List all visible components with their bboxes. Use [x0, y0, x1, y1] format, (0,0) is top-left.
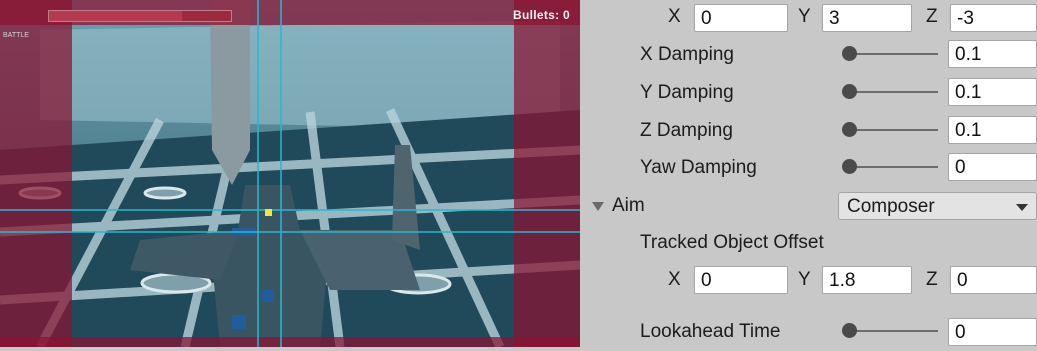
- y-damping-row: Y Damping 0.1: [580, 76, 1037, 112]
- z-damping-label: Z Damping: [640, 120, 733, 141]
- tracked-object-offset-row: X 0 Y 1.8 Z 0: [580, 263, 1037, 299]
- tracked-object-offset-label: Tracked Object Offset: [640, 232, 824, 253]
- tracked-object-offset-header: Tracked Object Offset: [580, 227, 1037, 263]
- offset-z-label[interactable]: Z: [926, 6, 938, 28]
- offset-z-field[interactable]: -3: [950, 4, 1037, 32]
- slider-handle[interactable]: [842, 159, 857, 174]
- chevron-down-icon: [1016, 204, 1028, 211]
- slider-handle[interactable]: [842, 46, 857, 61]
- x-damping-label: X Damping: [640, 44, 734, 65]
- back-wall: [40, 20, 560, 130]
- lookahead-time-row: Lookahead Time 0: [580, 315, 1037, 351]
- inspector-panel: X 0 Y 3 Z -3 X Damping 0.1 Y Damping 0.1…: [580, 0, 1037, 347]
- slider-track: [848, 53, 938, 55]
- y-damping-field[interactable]: 0.1: [948, 78, 1037, 106]
- body-offset-row: X 0 Y 3 Z -3: [580, 2, 1037, 38]
- tracked-z-label[interactable]: Z: [926, 269, 938, 291]
- aim-label[interactable]: Aim: [612, 195, 645, 217]
- x-damping-field[interactable]: 0.1: [948, 40, 1037, 68]
- x-damping-slider[interactable]: [842, 43, 938, 65]
- slider-track: [848, 166, 938, 168]
- y-damping-slider[interactable]: [842, 81, 938, 103]
- yaw-damping-row: Yaw Damping 0: [580, 151, 1037, 187]
- lookahead-time-label: Lookahead Time: [640, 321, 781, 342]
- aim-target-point: [265, 209, 272, 216]
- tracked-x-field[interactable]: 0: [694, 266, 788, 294]
- lookahead-time-field[interactable]: 0: [948, 318, 1037, 346]
- tracked-y-field[interactable]: 1.8: [822, 266, 912, 294]
- game-view: BATTLE Bullets: 0: [0, 0, 580, 347]
- z-damping-row: Z Damping 0.1: [580, 114, 1037, 150]
- game-scene: [0, 0, 580, 347]
- corner-label: BATTLE: [3, 32, 29, 39]
- aim-dropdown[interactable]: Composer: [838, 192, 1037, 220]
- aim-dropdown-value: Composer: [847, 196, 935, 217]
- dead-zone-right: [514, 0, 580, 347]
- slider-track: [848, 91, 938, 93]
- offset-y-label[interactable]: Y: [798, 6, 811, 28]
- offset-x-field[interactable]: 0: [694, 4, 788, 32]
- dead-zone-bottom: [0, 337, 580, 347]
- y-damping-label: Y Damping: [640, 82, 734, 103]
- z-damping-field[interactable]: 0.1: [948, 116, 1037, 144]
- tracked-y-label[interactable]: Y: [798, 269, 811, 291]
- dead-zone-left: [0, 0, 72, 347]
- x-damping-row: X Damping 0.1: [580, 38, 1037, 74]
- tracked-x-label[interactable]: X: [668, 269, 681, 291]
- slider-handle[interactable]: [842, 84, 857, 99]
- offset-x-label[interactable]: X: [668, 6, 681, 28]
- slider-handle[interactable]: [842, 323, 857, 338]
- bullets-counter: Bullets: 0: [512, 8, 570, 22]
- z-damping-slider[interactable]: [842, 119, 938, 141]
- lookahead-time-slider[interactable]: [842, 320, 938, 342]
- offset-y-field[interactable]: 3: [822, 4, 912, 32]
- health-bar: [48, 10, 232, 22]
- yaw-damping-field[interactable]: 0: [948, 153, 1037, 181]
- health-bar-fill: [49, 11, 182, 21]
- yaw-damping-label: Yaw Damping: [640, 157, 757, 178]
- tracked-z-field[interactable]: 0: [950, 266, 1037, 294]
- aim-foldout-arrow-icon[interactable]: [592, 202, 604, 211]
- slider-handle[interactable]: [842, 122, 857, 137]
- slider-track: [848, 330, 938, 332]
- aim-row: Aim Composer: [580, 189, 1037, 225]
- yaw-damping-slider[interactable]: [842, 156, 938, 178]
- slider-track: [848, 129, 938, 131]
